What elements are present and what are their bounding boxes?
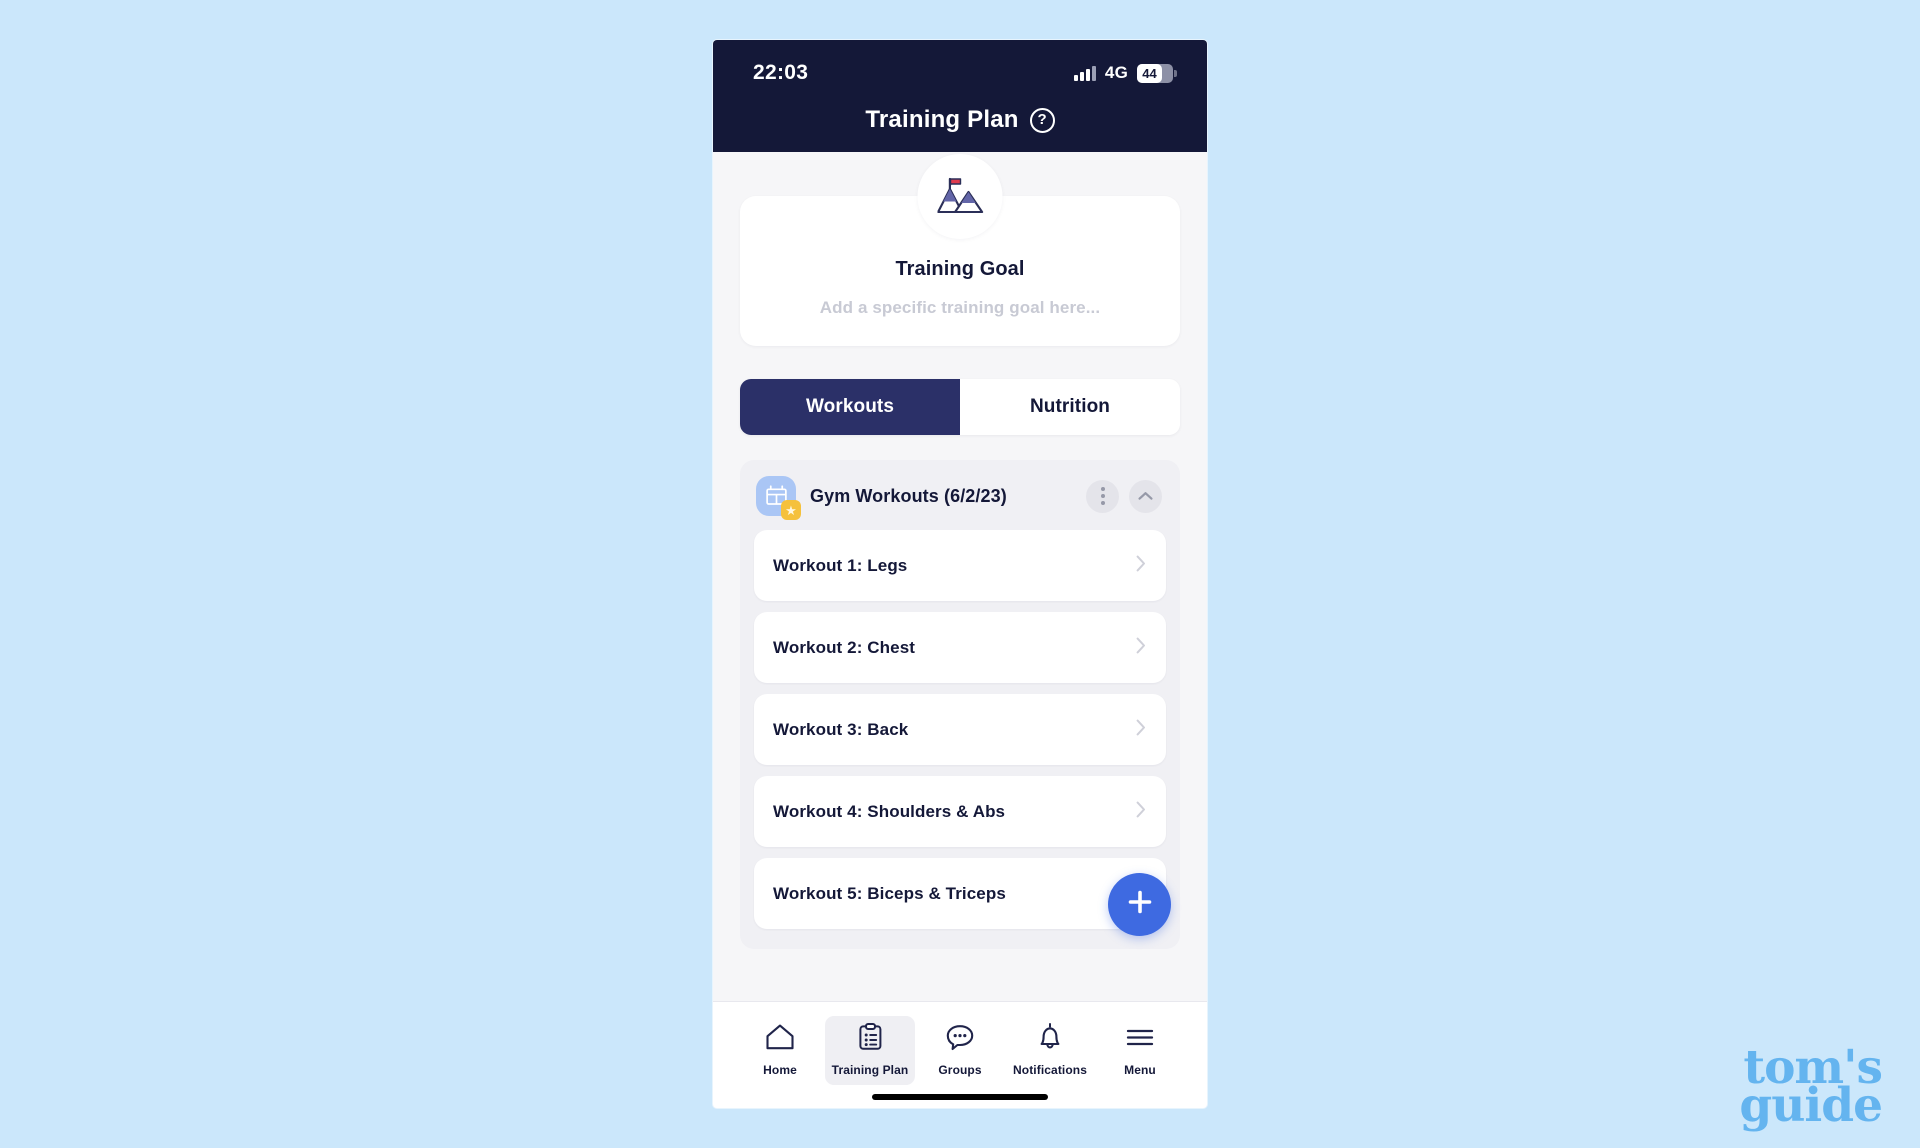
training-goal-title: Training Goal [895,258,1025,280]
watermark-line-2: guide [1739,1078,1883,1134]
workout-row-label: Workout 2: Chest [773,637,916,657]
training-goal-section: Training Goal Add a specific training go… [740,154,1180,346]
nav-item-home[interactable]: Home [735,1016,825,1085]
workout-row-label: Workout 1: Legs [773,555,908,575]
plan-tabs: Workouts Nutrition [740,379,1180,435]
battery-level-label: 44 [1137,63,1162,83]
chevron-right-icon [1136,637,1146,659]
chevron-right-icon [1136,801,1146,823]
nav-label-groups: Groups [938,1063,982,1077]
chevron-up-icon[interactable] [1129,479,1162,513]
hamburger-menu-icon [1125,1023,1155,1056]
nav-item-training-plan[interactable]: Training Plan [825,1016,915,1085]
help-circle-icon[interactable]: ? [1029,107,1055,133]
status-bar: 22:03 4G 44 [713,54,1207,92]
gym-workouts-icon-wrap: ★ [756,476,801,520]
clipboard-icon [857,1023,884,1056]
workout-row-label: Workout 5: Biceps & Triceps [773,883,1006,903]
bell-icon [1037,1023,1063,1056]
chat-bubble-icon [945,1023,975,1056]
training-goal-placeholder[interactable]: Add a specific training goal here... [760,298,1160,318]
more-vertical-icon[interactable] [1086,479,1119,513]
tab-nutrition[interactable]: Nutrition [960,379,1180,435]
chevron-right-icon [1136,555,1146,577]
add-workout-fab[interactable] [1108,873,1171,936]
gym-workouts-header: ★ Gym Workouts (6/2/23) [754,472,1166,530]
nav-label-home: Home [763,1063,797,1077]
home-indicator [872,1094,1048,1100]
title-bar: Training Plan ? [713,92,1207,134]
nav-item-notifications[interactable]: Notifications [1005,1016,1095,1085]
network-type-label: 4G [1104,63,1128,82]
chevron-right-icon [1136,719,1146,741]
status-bar-indicators: 4G 44 [1074,63,1177,83]
status-bar-time: 22:03 [753,61,809,84]
star-badge-icon: ★ [781,500,801,520]
table-row[interactable]: Workout 5: Biceps & Triceps [754,858,1166,929]
signal-bars-icon [1074,65,1096,81]
mountain-flag-icon [917,154,1003,239]
bottom-nav-items: Home Training Plan Groups Notifications … [735,1016,1185,1085]
table-row[interactable]: Workout 4: Shoulders & Abs [754,776,1166,847]
gym-workouts-group: ★ Gym Workouts (6/2/23) Workout 1: Legs [740,460,1180,949]
home-icon [765,1023,795,1056]
nav-item-groups[interactable]: Groups [915,1016,1005,1085]
app-header: 22:03 4G 44 Training Plan ? [713,40,1207,152]
phone-frame: 22:03 4G 44 Training Plan ? Training Goa… [713,40,1207,1108]
nav-label-training-plan: Training Plan [831,1063,909,1077]
workout-row-label: Workout 4: Shoulders & Abs [773,801,1006,821]
toms-guide-watermark: tom's guide [1739,1044,1883,1134]
plus-icon [1126,888,1154,921]
nav-item-menu[interactable]: Menu [1095,1016,1185,1085]
table-row[interactable]: Workout 1: Legs [754,530,1166,601]
battery-icon: 44 [1137,63,1177,83]
gym-workouts-title: Gym Workouts (6/2/23) [810,485,1007,506]
main-content: Training Goal Add a specific training go… [713,152,1207,1001]
bottom-navigation: Home Training Plan Groups Notifications … [713,1001,1207,1108]
tab-workouts[interactable]: Workouts [740,379,960,435]
nav-label-notifications: Notifications [1013,1063,1087,1077]
page-title: Training Plan [865,106,1019,133]
table-row[interactable]: Workout 2: Chest [754,612,1166,683]
table-row[interactable]: Workout 3: Back [754,694,1166,765]
workout-row-label: Workout 3: Back [773,719,909,739]
workout-rows: Workout 1: Legs Workout 2: Chest Workout… [754,530,1166,929]
nav-label-menu: Menu [1124,1063,1156,1077]
